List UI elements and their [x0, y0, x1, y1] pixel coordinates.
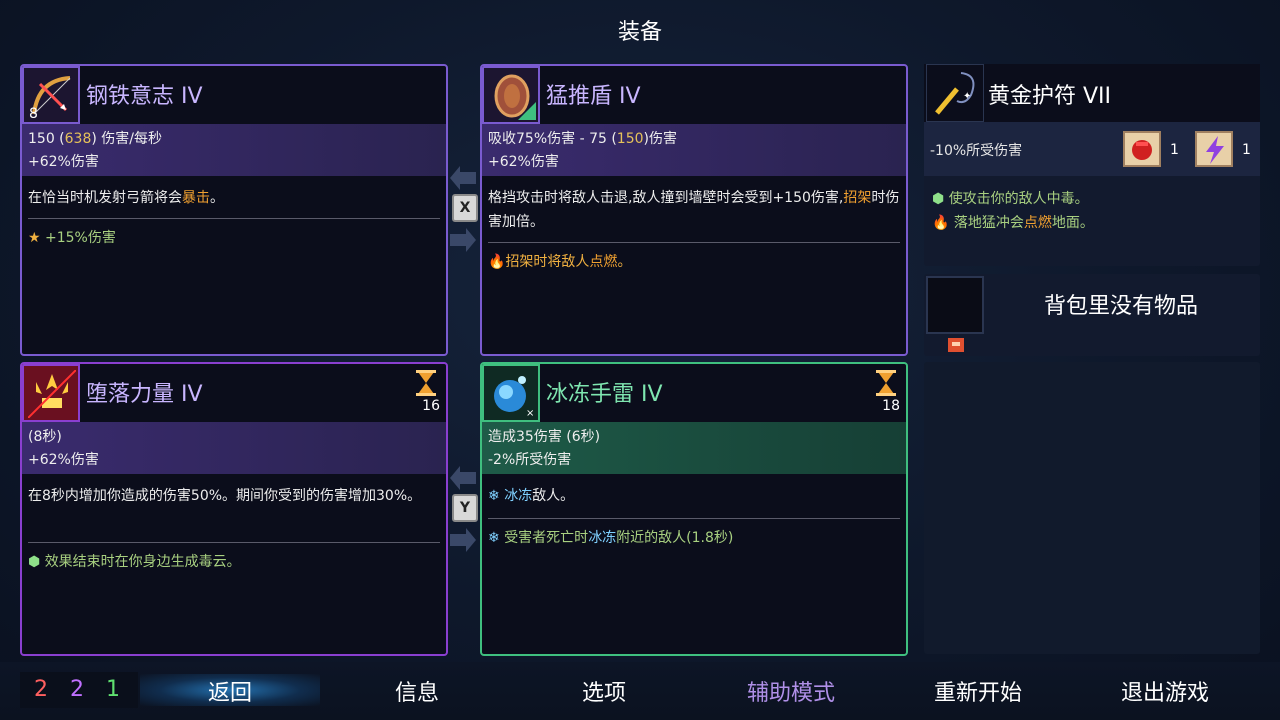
item-effect: ⬢ 效果结束时在你身边生成毒云。 [28, 554, 241, 570]
item-description: 在8秒内增加你造成的伤害50%。期间你受到的伤害增加30%。 [28, 488, 422, 504]
item-effect: ❄ 受害者死亡时冰冻附近的敌人(1.8秒) [488, 530, 734, 546]
damage-stat: 造成35伤害 (6秒) [488, 429, 601, 445]
empty-panel [924, 362, 1260, 654]
item-description: ❄ 冰冻敌人。 [488, 488, 575, 504]
amulet-header: ✦ 黄金护符 VII [924, 64, 1260, 122]
card-header: × 冰冻手雷 IV 18 [482, 364, 906, 422]
divider [488, 518, 900, 519]
card-header: 猛推盾 IV [482, 66, 906, 124]
item-name: 堕落力量 IV [86, 382, 203, 407]
cooldown-value: 18 [882, 398, 900, 414]
backpack-icon [948, 338, 964, 352]
divider [28, 542, 440, 543]
item-stats: (8秒) +62%伤害 [22, 422, 446, 474]
fist-scroll-icon[interactable] [1120, 128, 1164, 170]
item-stats: 150 (638) 伤害/每秒 +62%伤害 [22, 124, 446, 176]
hourglass-icon [874, 370, 898, 400]
quit-button[interactable]: 退出游戏 [1085, 675, 1245, 707]
power-icon [22, 364, 80, 422]
snowflake-icon: ❄ [488, 530, 500, 546]
amulet-stats: -10%所受伤害 1 1 [924, 122, 1260, 176]
cooldown-value: 16 [422, 398, 440, 414]
divider [28, 218, 440, 219]
item-name: 钢铁意志 IV [86, 84, 203, 109]
bottom-menu-bar: 2 2 1 返回 信息 选项 辅助模式 重新开始 退出游戏 [0, 662, 1280, 720]
amulet-effect: 🔥 落地猛冲会点燃地面。 [932, 215, 1094, 231]
amulet-stat: -10%所受伤害 [930, 143, 1023, 159]
amulet-slot[interactable]: ✦ 黄金护符 VII -10%所受伤害 1 1 ⬢ 使攻击你的敌人中毒。 🔥 落… [924, 64, 1260, 266]
stat-counters: 2 2 1 [20, 672, 138, 708]
item-effect: ★ +15%伤害 [28, 230, 116, 246]
damage-bonus: +62%伤害 [488, 154, 559, 170]
scroll-count: 1 [1170, 142, 1179, 158]
tactics-count: 2 [70, 677, 84, 702]
skill-slot-1[interactable]: 堕落力量 IV 16 (8秒) +62%伤害 在8秒内增加你造成的伤害50%。期… [20, 362, 448, 656]
fire-icon: 🔥 [488, 254, 506, 270]
scroll-count: 1 [1242, 142, 1251, 158]
damage-bonus: +62%伤害 [28, 154, 99, 170]
duration: (8秒) [28, 429, 62, 445]
swap-key-y[interactable]: Y [452, 494, 478, 522]
options-button[interactable]: 选项 [524, 675, 684, 707]
skill-swap-control[interactable]: Y [448, 464, 480, 554]
lightning-scroll-icon[interactable] [1192, 128, 1236, 170]
page-title: 装备 [617, 20, 662, 45]
bow-icon: 8 [22, 66, 80, 124]
assist-mode-button[interactable]: 辅助模式 [711, 675, 871, 707]
backpack-slot[interactable]: 背包里没有物品 [924, 274, 1260, 356]
item-description: 在恰当时机发射弓箭将会暴击。 [28, 190, 224, 206]
item-name: 冰冻手雷 IV [546, 382, 663, 407]
info-button[interactable]: 信息 [337, 675, 497, 707]
svg-text:✦: ✦ [963, 91, 971, 102]
star-icon: ★ [28, 230, 41, 246]
hourglass-icon [414, 370, 438, 400]
card-header: 8 钢铁意志 IV [22, 66, 446, 124]
weapon-slot-1[interactable]: 8 钢铁意志 IV 150 (638) 伤害/每秒 +62%伤害 在恰当时机发射… [20, 64, 448, 356]
fire-icon: 🔥 [932, 215, 950, 231]
back-button[interactable]: 返回 [150, 675, 310, 707]
divider [488, 242, 900, 243]
snowflake-icon: ❄ [488, 488, 500, 504]
item-stats: 吸收75%伤害 - 75 (150)伤害 +62%伤害 [482, 124, 906, 176]
amulet-effect: ⬢ 使攻击你的敌人中毒。 [932, 191, 1089, 207]
brutality-count: 2 [34, 677, 48, 702]
poison-icon: ⬢ [932, 191, 945, 207]
restart-button[interactable]: 重新开始 [898, 675, 1058, 707]
survival-count: 1 [106, 677, 120, 702]
weapon-slot-2[interactable]: 猛推盾 IV 吸收75%伤害 - 75 (150)伤害 +62%伤害 格挡攻击时… [480, 64, 908, 356]
amulet-name: 黄金护符 VII [988, 84, 1112, 109]
weapon-swap-control[interactable]: X [448, 164, 480, 254]
item-name: 猛推盾 IV [546, 84, 641, 109]
shield-icon [482, 66, 540, 124]
item-level: 8 [29, 106, 38, 122]
svg-text:×: × [526, 408, 534, 418]
item-stats: 造成35伤害 (6秒) -2%所受伤害 [482, 422, 906, 474]
item-description: 格挡攻击时将敌人击退,敌人撞到墙壁时会受到+150伤害,招架时伤害加倍。 [488, 190, 900, 230]
amulet-icon: ✦ [926, 64, 984, 122]
swap-key-x[interactable]: X [452, 194, 478, 222]
grenade-icon: × [482, 364, 540, 422]
item-effect: 🔥招架时将敌人点燃。 [488, 254, 632, 270]
backpack-item-slot[interactable] [926, 276, 984, 334]
skill-slot-2[interactable]: × 冰冻手雷 IV 18 造成35伤害 (6秒) -2%所受伤害 ❄ 冰冻敌人。… [480, 362, 908, 656]
poison-icon: ⬢ [28, 554, 41, 570]
damage-bonus: +62%伤害 [28, 452, 99, 468]
backpack-empty-text: 背包里没有物品 [1044, 294, 1199, 319]
damage-reduction: -2%所受伤害 [488, 452, 572, 468]
card-header: 堕落力量 IV 16 [22, 364, 446, 422]
